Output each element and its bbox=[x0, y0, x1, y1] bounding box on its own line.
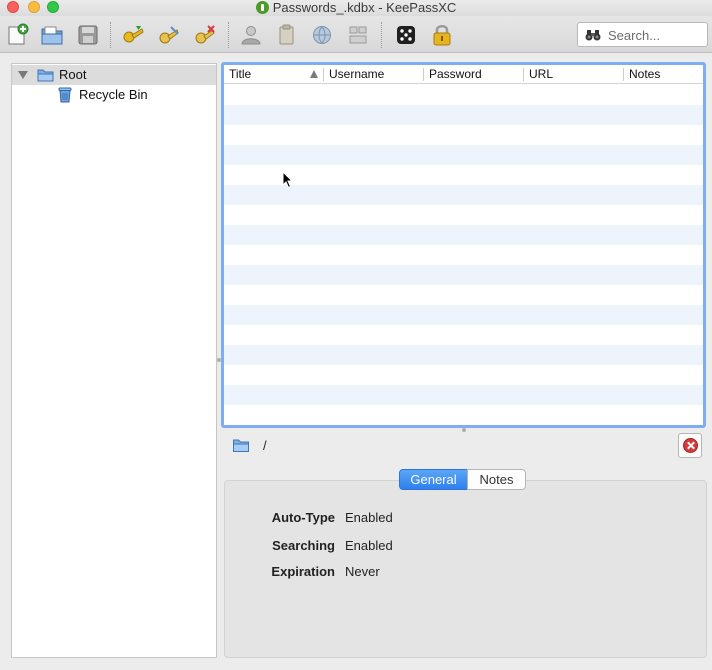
lock-database-icon bbox=[433, 25, 451, 46]
binoculars-search-icon bbox=[585, 30, 601, 41]
empty-table-row bbox=[224, 185, 703, 205]
copy-username-icon bbox=[241, 26, 261, 45]
toolbar-separator bbox=[228, 22, 229, 48]
auto-type-label: Auto-Type bbox=[271, 510, 335, 525]
column-header-url[interactable]: URL bbox=[524, 65, 624, 84]
password-generator-dice-icon bbox=[397, 26, 415, 44]
search-box[interactable] bbox=[577, 22, 708, 47]
empty-table-row bbox=[224, 85, 703, 105]
lock-database-button[interactable] bbox=[430, 23, 454, 47]
tab-notes[interactable]: Notes bbox=[467, 469, 526, 490]
expiration-value: Never bbox=[345, 564, 380, 579]
tab-general[interactable]: General bbox=[399, 469, 468, 490]
search-input[interactable] bbox=[608, 26, 704, 44]
column-header-notes[interactable]: Notes bbox=[624, 65, 703, 84]
table-body[interactable] bbox=[224, 85, 703, 425]
save-database-button[interactable] bbox=[76, 23, 100, 47]
window-title-text: Passwords_.kdbx - KeePassXC bbox=[272, 0, 457, 15]
empty-table-row bbox=[224, 325, 703, 345]
new-database-icon bbox=[8, 23, 29, 45]
empty-table-row bbox=[224, 165, 703, 185]
table-header: Title Username Password URL Notes bbox=[224, 65, 703, 84]
empty-table-row bbox=[224, 305, 703, 325]
open-database-icon bbox=[41, 26, 63, 45]
auto-type-value: Enabled bbox=[345, 510, 393, 525]
searching-value: Enabled bbox=[345, 538, 393, 553]
empty-table-row bbox=[224, 345, 703, 365]
column-header-label: Title bbox=[229, 67, 252, 81]
recycle-bin-icon bbox=[58, 87, 72, 103]
group-path-text: / bbox=[263, 438, 267, 453]
folder-icon bbox=[233, 439, 249, 452]
tree-item-root[interactable]: Root bbox=[12, 65, 216, 85]
edit-entry-icon bbox=[159, 26, 179, 44]
group-path-bar: / bbox=[221, 432, 707, 462]
main-toolbar bbox=[0, 16, 712, 53]
empty-table-row bbox=[224, 125, 703, 145]
delete-entry-button[interactable] bbox=[193, 23, 217, 47]
empty-table-row bbox=[224, 265, 703, 285]
tree-item-recycle-bin[interactable]: Recycle Bin bbox=[12, 85, 216, 105]
password-generator-button[interactable] bbox=[394, 23, 418, 47]
toolbar-separator bbox=[110, 22, 111, 48]
edit-entry-button[interactable] bbox=[157, 23, 181, 47]
group-tree[interactable]: Root Recycle Bin bbox=[11, 63, 217, 658]
new-database-button[interactable] bbox=[6, 23, 30, 47]
close-details-button[interactable] bbox=[678, 433, 702, 458]
empty-table-row bbox=[224, 205, 703, 225]
entry-table[interactable]: Title Username Password URL Notes bbox=[221, 62, 706, 428]
column-header-label: Password bbox=[429, 67, 482, 81]
empty-table-row bbox=[224, 385, 703, 405]
column-header-label: Notes bbox=[629, 67, 661, 81]
folder-icon bbox=[37, 69, 54, 82]
empty-table-row bbox=[224, 225, 703, 245]
auto-type-button[interactable] bbox=[346, 23, 370, 47]
mouse-pointer-icon bbox=[282, 171, 294, 189]
auto-type-icon bbox=[349, 26, 367, 44]
toolbar-separator bbox=[381, 22, 382, 48]
add-entry-icon bbox=[123, 26, 144, 43]
save-database-icon bbox=[78, 25, 98, 45]
close-icon bbox=[683, 438, 698, 453]
copy-username-button[interactable] bbox=[239, 23, 263, 47]
empty-table-row bbox=[224, 405, 703, 425]
empty-table-row bbox=[224, 245, 703, 265]
column-header-label: Username bbox=[329, 67, 385, 81]
column-header-password[interactable]: Password bbox=[424, 65, 524, 84]
open-url-button[interactable] bbox=[310, 23, 334, 47]
column-header-title[interactable]: Title bbox=[224, 65, 324, 84]
window-titlebar: Passwords_.kdbx - KeePassXC bbox=[0, 0, 712, 16]
empty-table-row bbox=[224, 285, 703, 305]
sort-ascending-icon bbox=[310, 70, 318, 78]
add-entry-button[interactable] bbox=[121, 23, 145, 47]
delete-entry-icon bbox=[195, 25, 215, 44]
empty-table-row bbox=[224, 145, 703, 165]
expand-triangle-icon[interactable] bbox=[18, 71, 28, 79]
expiration-label: Expiration bbox=[271, 564, 335, 579]
searching-label: Searching bbox=[272, 538, 335, 553]
open-url-icon bbox=[313, 26, 331, 44]
empty-table-row bbox=[224, 365, 703, 385]
window-title: Passwords_.kdbx - KeePassXC bbox=[0, 0, 712, 15]
copy-password-button[interactable] bbox=[275, 23, 299, 47]
open-database-button[interactable] bbox=[40, 23, 64, 47]
copy-password-icon bbox=[279, 24, 294, 45]
keepassxc-app-icon bbox=[255, 1, 269, 14]
empty-table-row bbox=[224, 105, 703, 125]
column-header-label: URL bbox=[529, 67, 554, 81]
column-header-username[interactable]: Username bbox=[324, 65, 424, 84]
tree-item-label: Recycle Bin bbox=[79, 87, 148, 102]
tree-item-label: Root bbox=[59, 67, 87, 82]
